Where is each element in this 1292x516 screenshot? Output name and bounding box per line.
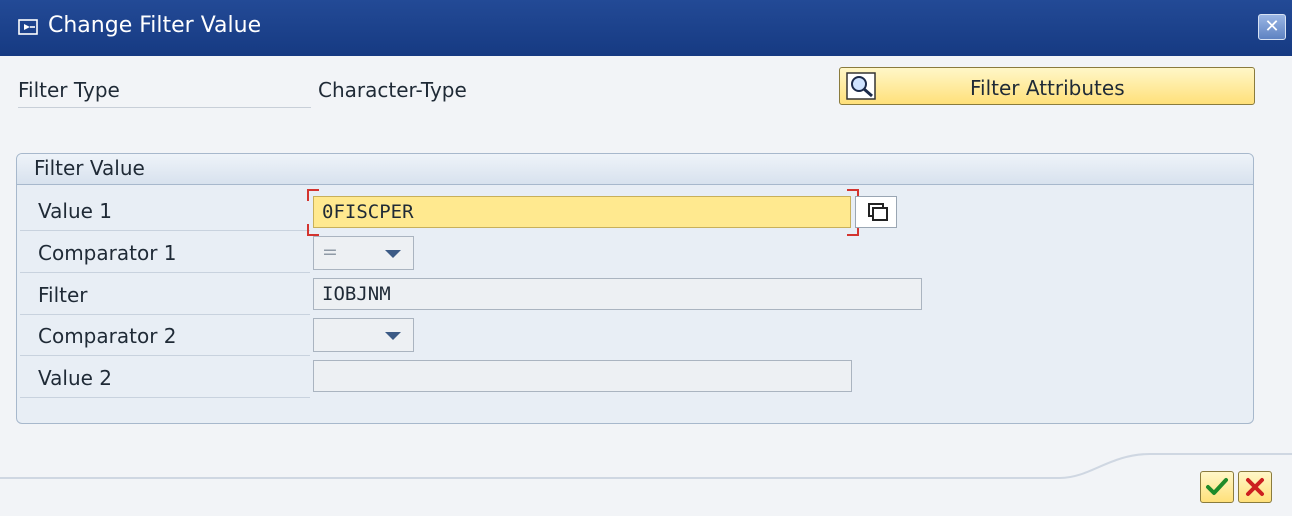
- value2-input: [313, 360, 852, 392]
- comparator1-label: Comparator 1: [38, 241, 177, 265]
- value2-label: Value 2: [38, 366, 113, 390]
- magnifier-icon: [846, 72, 876, 100]
- row-divider: [20, 272, 310, 273]
- focus-corner: [307, 224, 319, 236]
- row-divider: [20, 355, 310, 356]
- filter-input: IOBJNM: [313, 278, 922, 310]
- row-divider: [20, 397, 310, 398]
- window-title: Change Filter Value: [48, 13, 262, 38]
- row-divider: [20, 314, 310, 315]
- focus-corner: [307, 189, 319, 201]
- comparator1-value: =: [322, 241, 338, 263]
- value1-label: Value 1: [38, 199, 113, 223]
- value1-input[interactable]: 0FISCPER: [313, 196, 851, 228]
- cancel-x-icon: [1246, 478, 1264, 496]
- footer-divider: [0, 453, 1292, 479]
- close-icon[interactable]: ✕: [1258, 14, 1286, 40]
- group-title: Filter Value: [34, 156, 145, 180]
- checkmark-icon: [1206, 478, 1228, 495]
- label-underline: [18, 107, 311, 108]
- comparator2-label: Comparator 2: [38, 324, 177, 348]
- comparator1-dropdown[interactable]: =: [313, 236, 414, 270]
- filter-type-label: Filter Type: [18, 78, 120, 102]
- filter-attributes-button[interactable]: Filter Attributes: [839, 67, 1255, 105]
- chevron-down-icon: [385, 250, 401, 258]
- filter-type-value: Character-Type: [318, 78, 467, 102]
- ok-button[interactable]: [1200, 471, 1234, 503]
- comparator2-dropdown[interactable]: [313, 318, 414, 352]
- change-icon: [18, 19, 38, 35]
- value-help-button[interactable]: [855, 196, 897, 228]
- title-bar: Change Filter Value ✕: [0, 0, 1292, 56]
- filter-label: Filter: [38, 283, 88, 307]
- value-help-icon: [868, 203, 888, 221]
- group-header: Filter Value: [17, 154, 1253, 185]
- chevron-down-icon: [385, 332, 401, 340]
- row-divider: [20, 230, 310, 231]
- filter-attributes-label: Filter Attributes: [970, 76, 1125, 100]
- cancel-button[interactable]: [1238, 471, 1272, 503]
